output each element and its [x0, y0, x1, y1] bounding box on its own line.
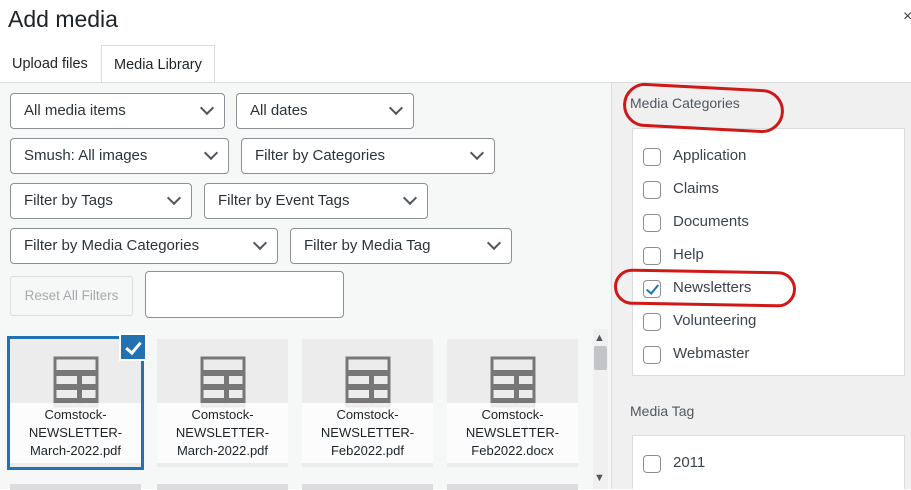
media-tag-panel: 2011: [632, 435, 905, 489]
scroll-down-icon[interactable]: ▼: [594, 472, 605, 484]
media-tile[interactable]: Comstock- NEWSLETTER- March-2022.pdf: [7, 333, 147, 470]
checkbox[interactable]: [643, 148, 661, 166]
document-icon: [200, 356, 245, 408]
category-label: Claims: [673, 180, 719, 197]
media-items-select-value: All media items: [24, 102, 126, 119]
smush-select-value: Smush: All images: [24, 147, 148, 164]
category-label: Webmaster: [673, 345, 750, 362]
annotation-circle: [613, 268, 797, 308]
checkbox[interactable]: [643, 313, 661, 331]
category-label: Volunteering: [673, 312, 757, 329]
media-filename: Comstock- NEWSLETTER- March-2022.pdf: [10, 403, 141, 463]
checkbox[interactable]: [643, 247, 661, 265]
filename-line-2: NEWSLETTER-: [175, 425, 270, 440]
smush-select[interactable]: Smush: All images: [10, 138, 229, 174]
media-tile[interactable]: Comstock- NEWSLETTER- March-2022.pdf: [157, 339, 288, 467]
checkbox[interactable]: [643, 181, 661, 199]
page-title: Add media: [8, 6, 118, 32]
category-label: Documents: [673, 213, 749, 230]
media-tag-heading: Media Tag: [630, 403, 695, 419]
category-label: Application: [673, 147, 747, 164]
media-tile[interactable]: Comstock- NEWSLETTER- Feb2022.docx: [447, 339, 578, 467]
checkbox[interactable]: [643, 455, 661, 473]
filename-line-3: March-2022.pdf: [176, 443, 269, 458]
chevron-down-icon: [402, 190, 418, 206]
categories-select-value: Filter by Categories: [255, 147, 386, 164]
media-tile[interactable]: [302, 484, 433, 490]
media-categories-panel: Application Claims Documents Help Newsle…: [632, 128, 905, 376]
media-tile[interactable]: [157, 484, 288, 490]
media-items-select[interactable]: All media items: [10, 93, 225, 129]
filename-line-2: NEWSLETTER-: [28, 425, 123, 440]
reset-filters-button[interactable]: Reset All Filters: [10, 276, 133, 316]
media-filename: Comstock- NEWSLETTER- Feb2022.pdf: [302, 403, 433, 463]
chevron-down-icon: [199, 100, 215, 116]
tag-label: 2011: [673, 454, 706, 471]
tab-upload-files[interactable]: Upload files: [0, 45, 100, 83]
chevron-down-icon: [166, 190, 182, 206]
annotation-circle: [621, 81, 786, 135]
document-icon: [490, 356, 535, 408]
document-icon: [345, 356, 390, 408]
scrollbar-thumb[interactable]: [594, 346, 607, 370]
event-tags-select[interactable]: Filter by Event Tags: [204, 183, 428, 219]
media-categories-select[interactable]: Filter by Media Categories: [10, 228, 278, 264]
dates-select[interactable]: All dates: [236, 93, 414, 129]
scroll-up-icon[interactable]: ▲: [594, 332, 605, 344]
checkmark-icon[interactable]: [119, 333, 147, 361]
filename-line-3: Feb2022.docx: [471, 443, 554, 458]
checkbox[interactable]: [643, 346, 661, 364]
media-tag-select-value: Filter by Media Tag: [304, 237, 431, 254]
close-icon[interactable]: ×: [903, 8, 911, 26]
filename-line-2: NEWSLETTER-: [465, 425, 560, 440]
categories-select[interactable]: Filter by Categories: [241, 138, 495, 174]
chevron-down-icon: [203, 145, 219, 161]
media-filename: Comstock- NEWSLETTER- March-2022.pdf: [157, 403, 288, 463]
chevron-down-icon: [486, 235, 502, 251]
checkbox[interactable]: [643, 214, 661, 232]
chevron-down-icon: [469, 145, 485, 161]
filename-line-3: Feb2022.pdf: [330, 443, 404, 458]
media-tag-select[interactable]: Filter by Media Tag: [290, 228, 512, 264]
filename-line-1: Comstock-: [481, 407, 544, 422]
media-tile[interactable]: [10, 484, 141, 490]
media-tile[interactable]: [447, 484, 578, 490]
category-label: Help: [673, 246, 704, 263]
media-filename: Comstock- NEWSLETTER- Feb2022.docx: [447, 403, 578, 463]
filename-line-2: NEWSLETTER-: [320, 425, 415, 440]
event-tags-select-value: Filter by Event Tags: [218, 192, 350, 209]
document-icon: [53, 356, 98, 408]
tags-select[interactable]: Filter by Tags: [10, 183, 192, 219]
chevron-down-icon: [388, 100, 404, 116]
filename-line-1: Comstock-: [191, 407, 254, 422]
filename-line-1: Comstock-: [44, 407, 107, 422]
tags-select-value: Filter by Tags: [24, 192, 113, 209]
media-categories-select-value: Filter by Media Categories: [24, 237, 200, 254]
dates-select-value: All dates: [250, 102, 308, 119]
search-input[interactable]: [145, 271, 344, 318]
chevron-down-icon: [252, 235, 268, 251]
tab-media-library[interactable]: Media Library: [101, 45, 215, 83]
filename-line-3: March-2022.pdf: [29, 443, 122, 458]
media-tile[interactable]: Comstock- NEWSLETTER- Feb2022.pdf: [302, 339, 433, 467]
filename-line-1: Comstock-: [336, 407, 399, 422]
